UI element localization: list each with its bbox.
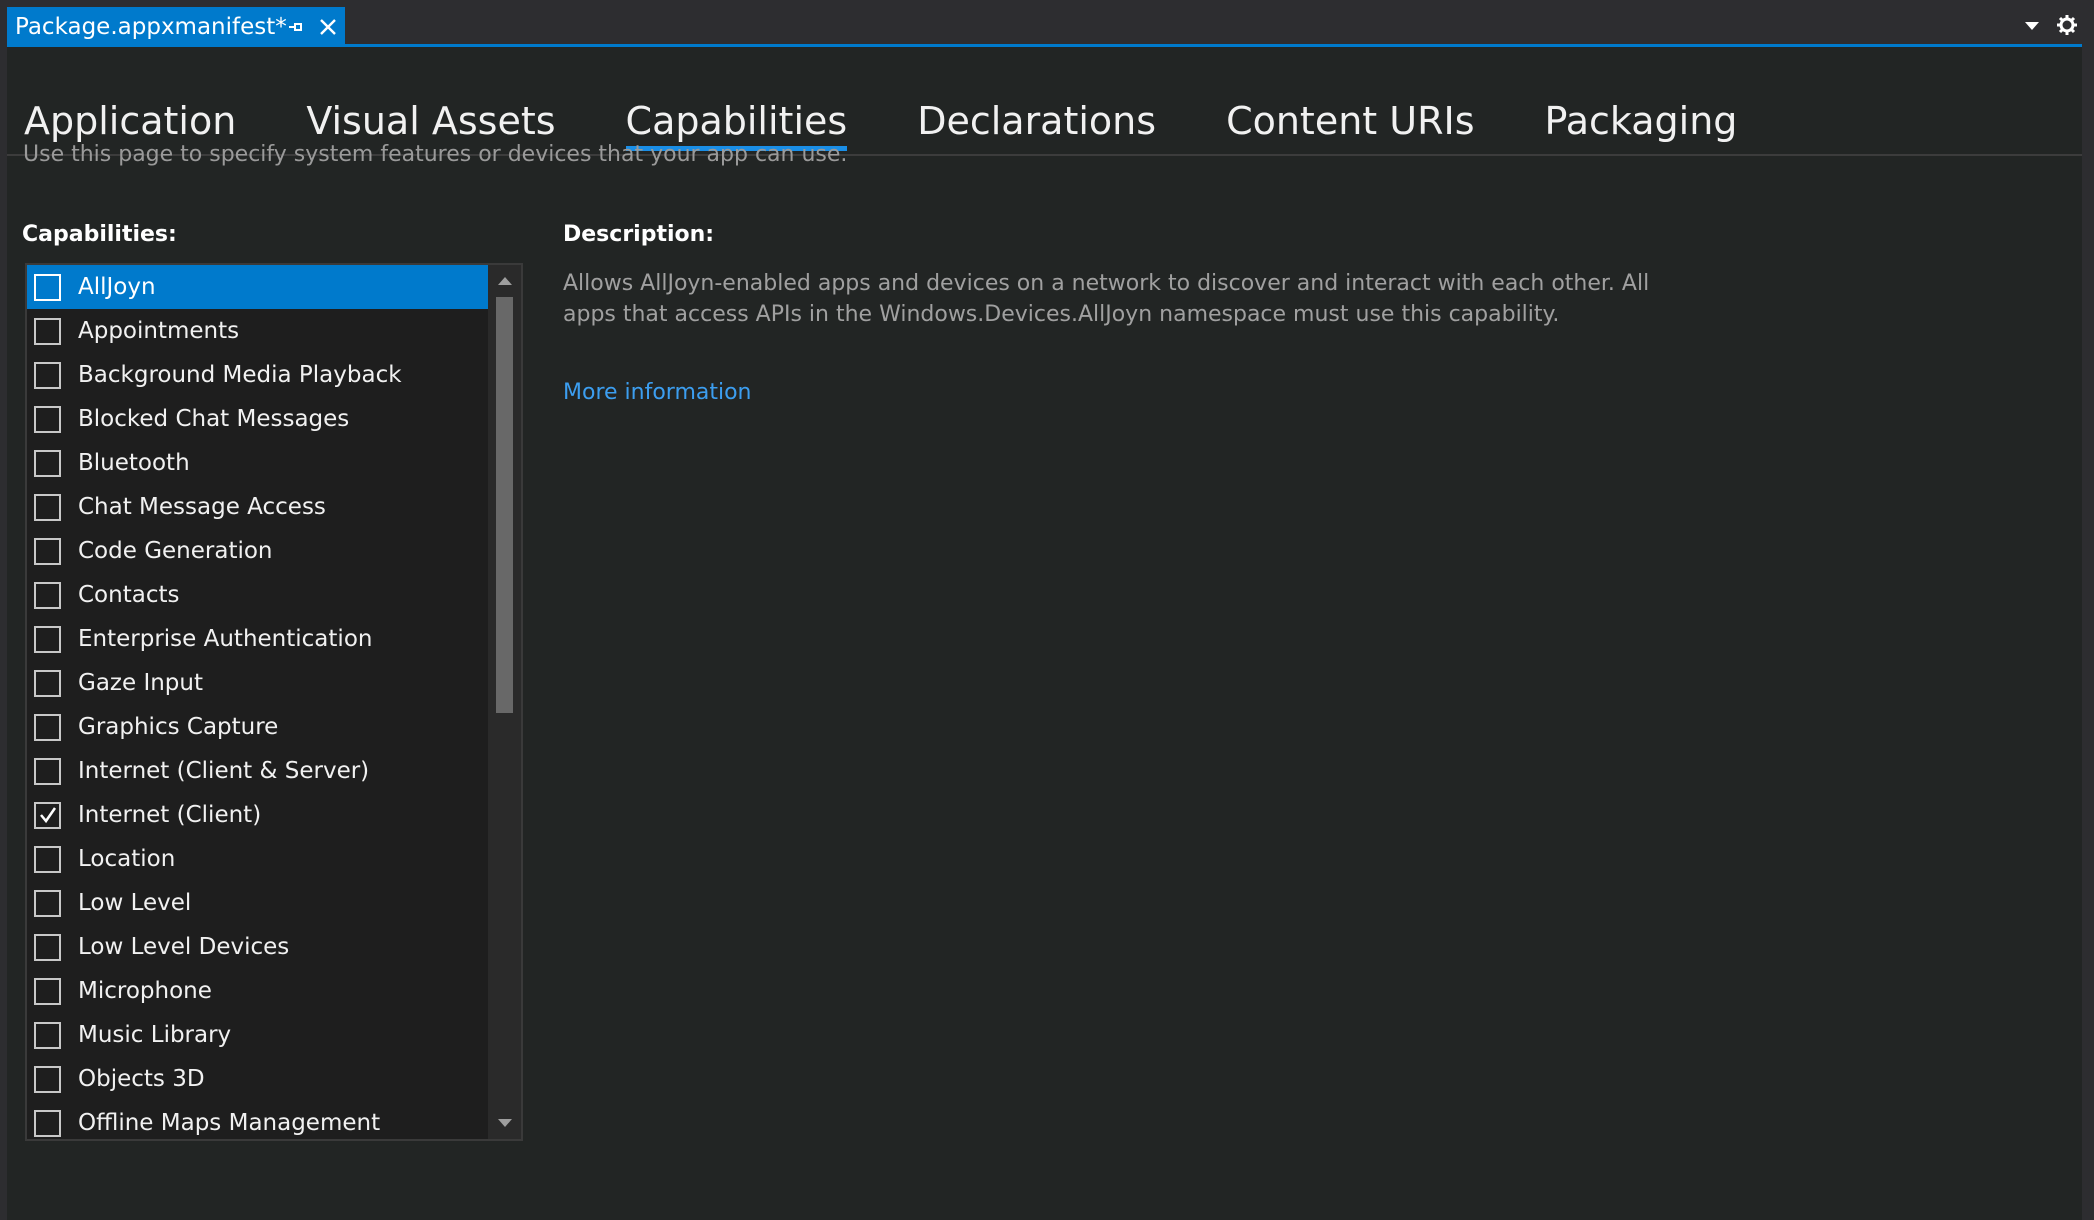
capability-item-low-level-devices[interactable]: Low Level Devices <box>27 925 490 969</box>
tab-packaging[interactable]: Packaging <box>1545 97 1738 157</box>
capability-label: Objects 3D <box>78 1066 205 1092</box>
capability-checkbox[interactable] <box>34 273 61 301</box>
capability-checkbox[interactable] <box>34 625 61 653</box>
document-tab-title: Package.appxmanifest* <box>15 13 287 40</box>
capability-label: Gaze Input <box>78 670 204 696</box>
capability-item-objects-3d[interactable]: Objects 3D <box>27 1057 490 1101</box>
capability-item-background-media-playback[interactable]: Background Media Playback <box>27 353 490 397</box>
capability-label: Chat Message Access <box>78 494 326 520</box>
capabilities-label: Capabilities: <box>22 222 177 247</box>
gear-icon[interactable] <box>2054 12 2080 38</box>
capability-label: Code Generation <box>78 538 273 564</box>
capability-item-code-generation[interactable]: Code Generation <box>27 529 490 573</box>
capability-checkbox[interactable] <box>34 977 61 1005</box>
capability-label: Low Level Devices <box>78 934 290 960</box>
capability-item-internet-client-server[interactable]: Internet (Client & Server) <box>27 749 490 793</box>
capability-item-internet-client[interactable]: Internet (Client) <box>27 793 490 837</box>
capability-checkbox[interactable] <box>34 449 61 477</box>
tab-content-uris[interactable]: Content URIs <box>1226 97 1474 157</box>
checkmark-icon <box>39 807 56 824</box>
list-scrollbar[interactable] <box>488 265 521 1139</box>
chevron-down-icon[interactable] <box>2020 16 2044 36</box>
capability-label: Music Library <box>78 1022 232 1048</box>
scrollbar-thumb[interactable] <box>496 297 513 713</box>
capability-item-alljoyn[interactable]: AllJoyn <box>27 265 490 309</box>
capability-checkbox[interactable] <box>34 361 61 389</box>
capability-checkbox[interactable] <box>34 1109 61 1137</box>
capability-label: Enterprise Authentication <box>78 626 373 652</box>
capability-checkbox[interactable] <box>34 317 61 345</box>
close-icon[interactable] <box>319 15 337 39</box>
capability-item-appointments[interactable]: Appointments <box>27 309 490 353</box>
tab-declarations[interactable]: Declarations <box>917 97 1156 157</box>
capability-item-gaze-input[interactable]: Gaze Input <box>27 661 490 705</box>
more-information-link[interactable]: More information <box>563 380 752 405</box>
capability-label: AllJoyn <box>78 274 156 300</box>
capability-item-microphone[interactable]: Microphone <box>27 969 490 1013</box>
capability-item-bluetooth[interactable]: Bluetooth <box>27 441 490 485</box>
capability-checkbox[interactable] <box>34 493 61 521</box>
capability-label: Background Media Playback <box>78 362 402 388</box>
document-tab-bar: Package.appxmanifest* <box>0 0 2094 48</box>
document-tab[interactable]: Package.appxmanifest* <box>7 7 345 46</box>
capability-item-low-level[interactable]: Low Level <box>27 881 490 925</box>
capability-item-graphics-capture[interactable]: Graphics Capture <box>27 705 490 749</box>
capability-label: Internet (Client) <box>78 802 262 828</box>
capability-checkbox[interactable] <box>34 933 61 961</box>
scroll-up-arrow-icon[interactable] <box>488 269 521 293</box>
capability-label: Blocked Chat Messages <box>78 406 350 432</box>
description-text: Allows AllJoyn-enabled apps and devices … <box>563 271 1650 327</box>
capability-label: Low Level <box>78 890 192 916</box>
capability-item-location[interactable]: Location <box>27 837 490 881</box>
capability-checkbox[interactable] <box>34 405 61 433</box>
capability-label: Contacts <box>78 582 180 608</box>
capability-item-chat-message-access[interactable]: Chat Message Access <box>27 485 490 529</box>
capability-checkbox[interactable] <box>34 757 61 785</box>
capability-label: Graphics Capture <box>78 714 279 740</box>
capability-label: Appointments <box>78 318 240 344</box>
capability-label: Bluetooth <box>78 450 190 476</box>
pin-icon[interactable] <box>287 17 305 37</box>
capability-checkbox[interactable] <box>34 1065 61 1093</box>
capability-label: Internet (Client & Server) <box>78 758 370 784</box>
description-label: Description: <box>563 222 715 247</box>
capabilities-list[interactable]: AllJoyn Appointments Background Media Pl… <box>25 263 523 1141</box>
capability-checkbox[interactable] <box>34 889 61 917</box>
capability-checkbox[interactable] <box>34 1021 61 1049</box>
capability-label: Microphone <box>78 978 212 1004</box>
capability-label: Offline Maps Management <box>78 1110 381 1136</box>
capability-label: Location <box>78 846 176 872</box>
capability-checkbox[interactable] <box>34 845 61 873</box>
scroll-down-arrow-icon[interactable] <box>488 1111 521 1135</box>
capability-item-contacts[interactable]: Contacts <box>27 573 490 617</box>
capability-checkbox[interactable] <box>34 669 61 697</box>
capability-checkbox[interactable] <box>34 537 61 565</box>
intro-text: Use this page to specify system features… <box>23 142 848 167</box>
capability-item-enterprise-authentication[interactable]: Enterprise Authentication <box>27 617 490 661</box>
capability-item-music-library[interactable]: Music Library <box>27 1013 490 1057</box>
capability-checkbox[interactable] <box>34 801 61 829</box>
capability-checkbox[interactable] <box>34 713 61 741</box>
capability-item-blocked-chat-messages[interactable]: Blocked Chat Messages <box>27 397 490 441</box>
capability-checkbox[interactable] <box>34 581 61 609</box>
capability-item-offline-maps-management[interactable]: Offline Maps Management <box>27 1101 490 1139</box>
